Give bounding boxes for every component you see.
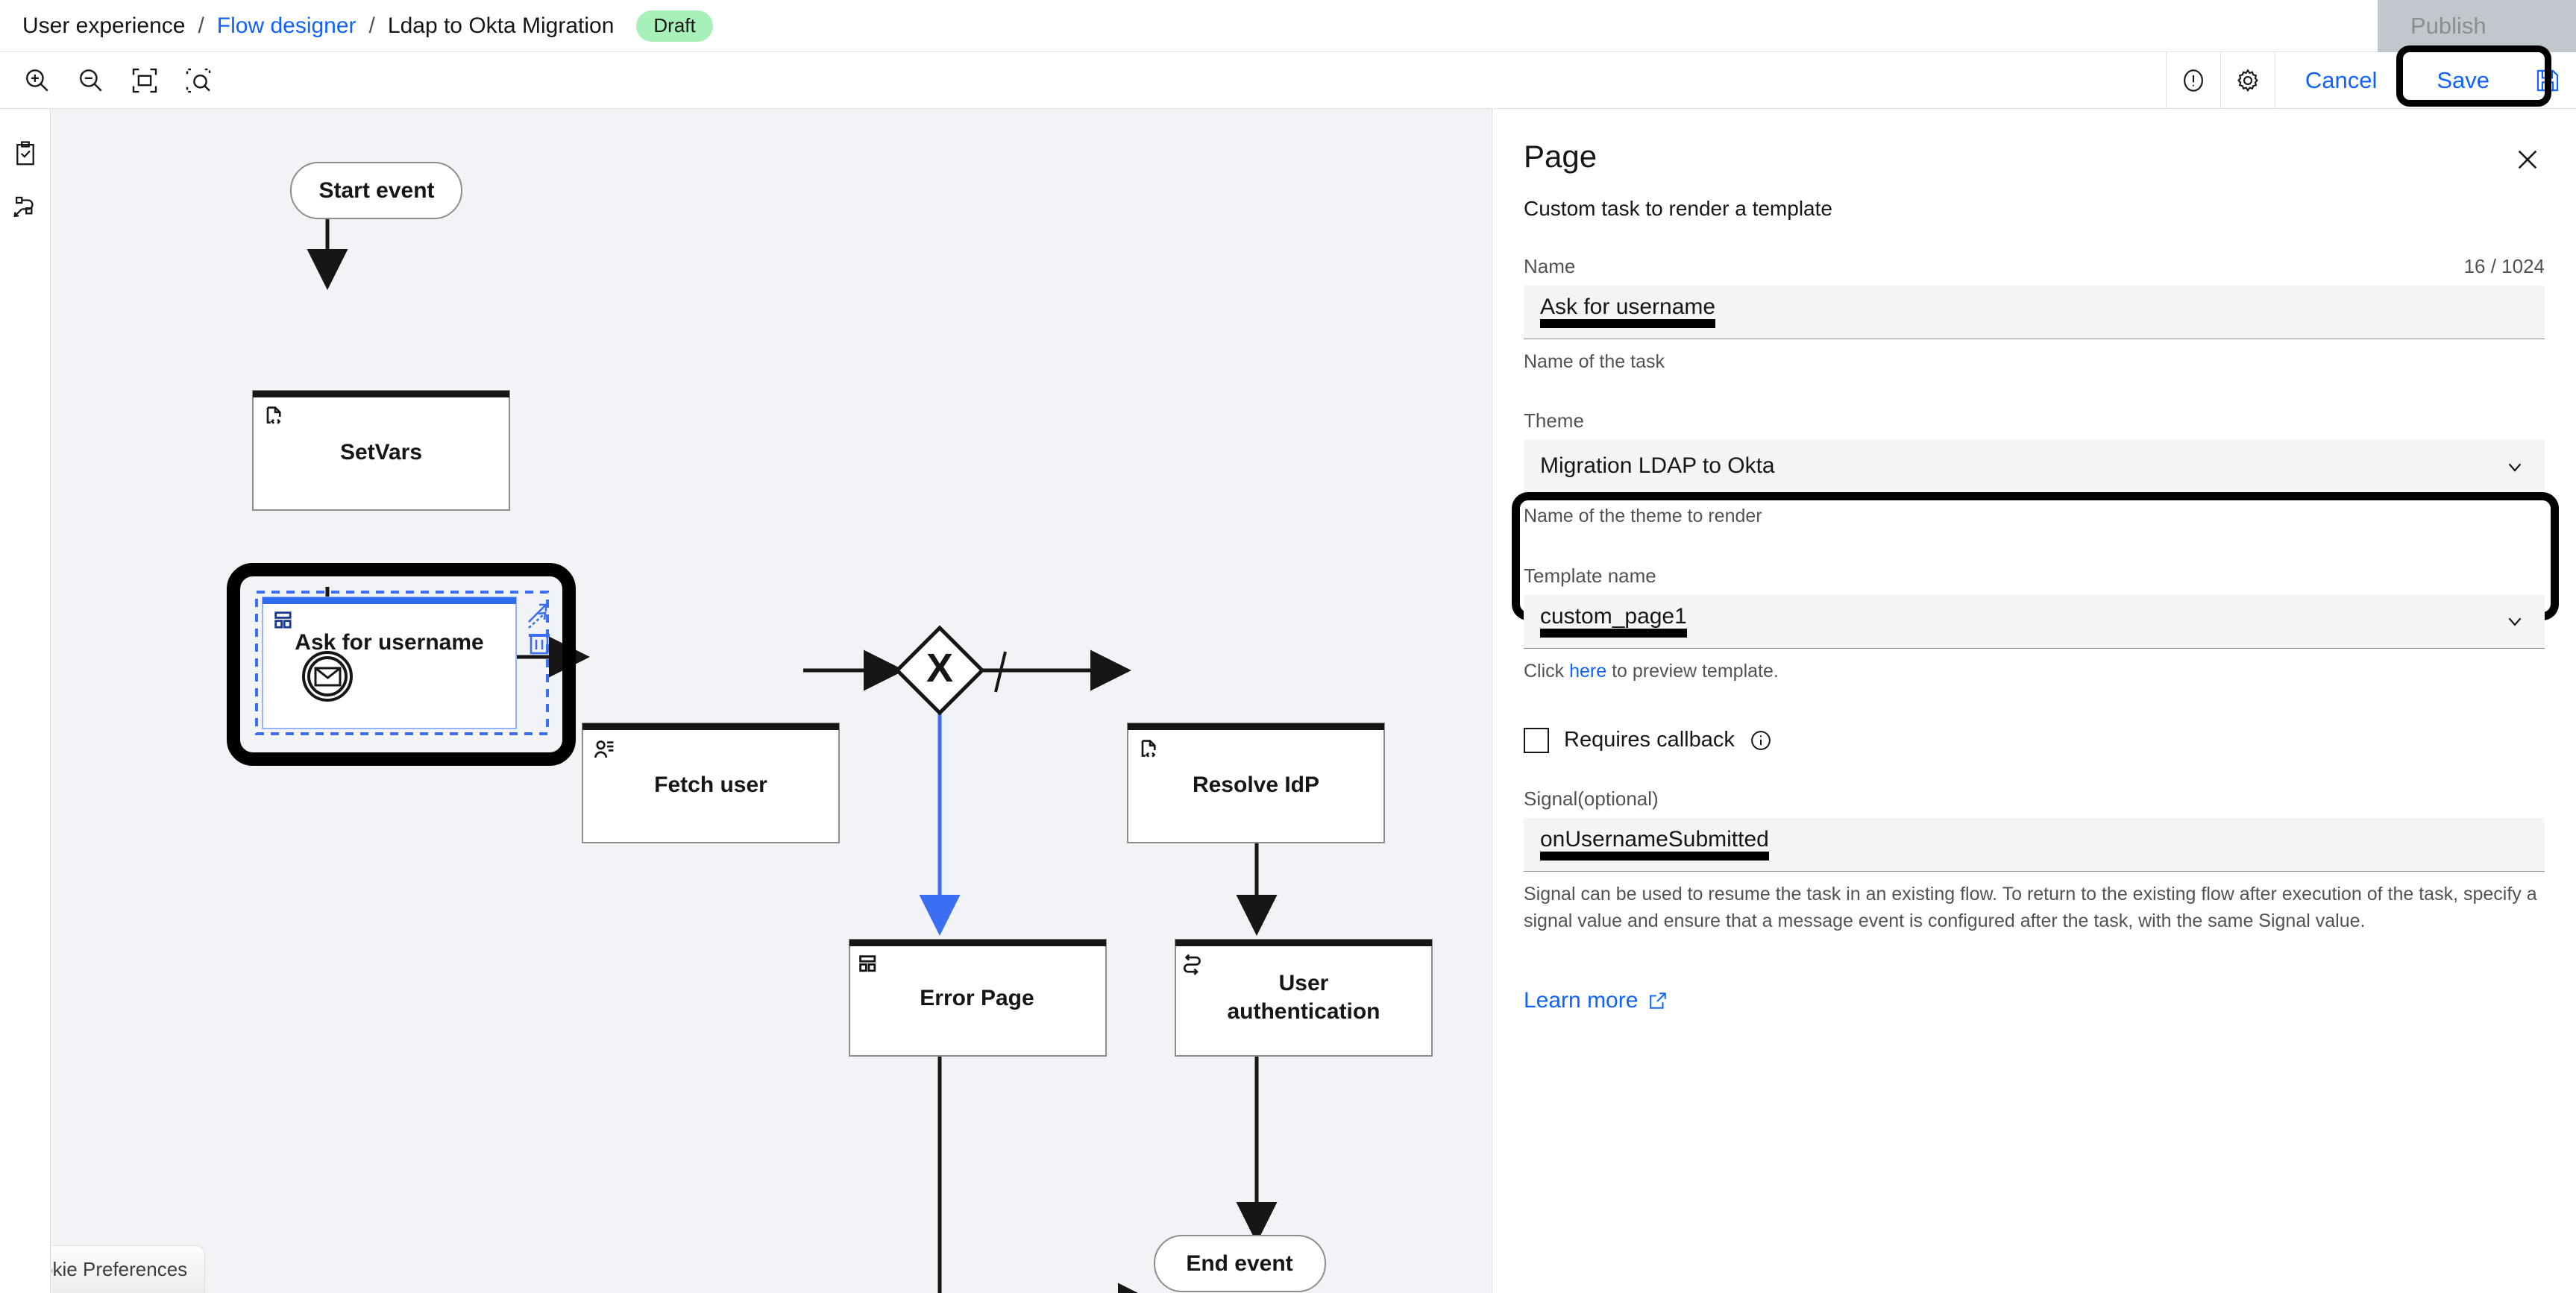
publish-button[interactable]: Publish xyxy=(2378,0,2576,52)
zoom-to-selection-icon xyxy=(183,66,213,95)
signal-help-text: Signal can be used to resume the task in… xyxy=(1524,881,2545,935)
bpmn-node-setvars: SetVars xyxy=(253,391,509,510)
flow-diagram-icon xyxy=(11,193,40,221)
svg-text:Error Page: Error Page xyxy=(920,986,1034,1010)
breadcrumb-item-current-flow: Ldap to Okta Migration xyxy=(388,13,615,39)
breadcrumb: User experience / Flow designer / Ldap t… xyxy=(0,10,713,42)
svg-text:Resolve IdP: Resolve IdP xyxy=(1193,773,1319,797)
properties-panel: Page Custom task to render a template Na… xyxy=(1492,109,2576,1293)
envelope-icon xyxy=(315,668,340,685)
signal-input-value: onUsernameSubmitted xyxy=(1540,828,1769,861)
template-help-suffix: to preview template. xyxy=(1606,661,1779,682)
svg-text:End event: End event xyxy=(1186,1251,1292,1276)
connect-arrow-icon xyxy=(529,605,546,628)
name-input[interactable]: Ask for username xyxy=(1524,286,2545,339)
theme-label: Theme xyxy=(1524,409,1584,432)
breadcrumb-item-user-experience[interactable]: User experience xyxy=(22,13,185,39)
template-help-text: Click here to preview template. xyxy=(1524,658,2545,685)
theme-select-value: Migration LDAP to Okta xyxy=(1540,455,1775,478)
name-input-value: Ask for username xyxy=(1540,296,1715,328)
flow-loop-icon xyxy=(1184,954,1199,974)
template-help-prefix: Click xyxy=(1524,661,1569,682)
page-title: Page xyxy=(1524,139,2545,174)
bpmn-diagram: Start event SetVars Ask for username xyxy=(51,109,1491,1293)
cancel-button[interactable]: Cancel xyxy=(2275,52,2407,109)
bpmn-node-error-page: Error Page xyxy=(849,940,1106,1056)
field-signal: Signal(optional) onUsernameSubmitted Sig… xyxy=(1524,787,2545,935)
svg-text:X: X xyxy=(926,646,953,690)
bpmn-node-message-event xyxy=(304,652,351,700)
task-list-icon xyxy=(11,139,40,168)
svg-text:User: User xyxy=(1279,971,1329,995)
theme-select[interactable]: Migration LDAP to Okta xyxy=(1524,440,2545,494)
close-icon xyxy=(2515,147,2540,172)
bpmn-node-end-event: End event xyxy=(1155,1236,1325,1292)
fit-to-viewport-icon xyxy=(130,66,160,95)
zoom-to-selection-button[interactable] xyxy=(172,54,225,107)
gear-icon xyxy=(2234,66,2262,95)
svg-text:authentication: authentication xyxy=(1227,999,1380,1024)
breadcrumb-separator: / xyxy=(369,13,375,39)
delete-trash-icon xyxy=(529,635,550,653)
template-name-select[interactable]: custom_page1 xyxy=(1524,595,2545,649)
field-name: Name 16 / 1024 Ask for username Name of … xyxy=(1524,255,2545,375)
template-name-label: Template name xyxy=(1524,564,1656,588)
svg-text:SetVars: SetVars xyxy=(340,440,422,465)
learn-more-label: Learn more xyxy=(1524,988,1638,1013)
bpmn-node-start-event: Start event xyxy=(291,163,462,218)
settings-button[interactable] xyxy=(2221,54,2275,107)
chevron-down-icon xyxy=(2501,453,2528,480)
bpmn-node-exclusive-gateway: X xyxy=(897,628,982,713)
bpmn-canvas[interactable]: Start event SetVars Ask for username xyxy=(51,109,1491,1293)
learn-more-link[interactable]: Learn more xyxy=(1524,988,1668,1013)
save-disk-icon xyxy=(2533,66,2562,95)
svg-text:Start event: Start event xyxy=(318,178,434,203)
template-name-value: custom_page1 xyxy=(1540,605,1687,638)
save-button[interactable]: Save xyxy=(2407,52,2519,109)
svg-text:Ask for username: Ask for username xyxy=(295,630,483,655)
zoom-out-icon xyxy=(76,66,106,95)
canvas-toolbar: Cancel Save xyxy=(0,52,2576,109)
breadcrumb-bar: User experience / Flow designer / Ldap t… xyxy=(0,0,2576,52)
field-template-name: Template name custom_page1 Click here to… xyxy=(1524,564,2545,685)
signal-label: Signal(optional) xyxy=(1524,787,1659,811)
status-badge: Draft xyxy=(636,10,712,42)
breadcrumb-separator: / xyxy=(198,13,204,39)
validation-alert-button[interactable] xyxy=(2167,54,2220,107)
panel-subtitle: Custom task to render a template xyxy=(1524,197,2545,221)
external-link-icon xyxy=(1648,991,1668,1010)
name-help-text: Name of the task xyxy=(1524,348,2545,375)
zoom-out-button[interactable] xyxy=(64,54,118,107)
bpmn-node-fetch-user: Fetch user xyxy=(582,723,839,843)
signal-input[interactable]: onUsernameSubmitted xyxy=(1524,818,2545,872)
name-char-counter: 16 / 1024 xyxy=(2464,255,2545,278)
bpmn-node-resolve-idp: Resolve IdP xyxy=(1128,723,1384,843)
info-circle-icon[interactable] xyxy=(1750,729,1772,752)
close-panel-button[interactable] xyxy=(2510,142,2545,177)
breadcrumb-item-flow-designer[interactable]: Flow designer xyxy=(217,13,356,39)
zoom-in-icon xyxy=(22,66,52,95)
requires-callback-row: Requires callback xyxy=(1524,728,2545,753)
preview-template-link[interactable]: here xyxy=(1569,661,1606,682)
theme-help-text: Name of the theme to render xyxy=(1524,503,2545,529)
requires-callback-checkbox[interactable] xyxy=(1524,728,1549,753)
name-label: Name xyxy=(1524,255,1575,278)
svg-text:Fetch user: Fetch user xyxy=(654,773,767,797)
fit-viewport-button[interactable] xyxy=(118,54,172,107)
sidebar-item-flow[interactable] xyxy=(0,180,51,234)
sidebar-item-tasks[interactable] xyxy=(0,127,51,180)
zoom-in-button[interactable] xyxy=(10,54,64,107)
bpmn-node-user-authentication: User authentication xyxy=(1175,940,1432,1056)
save-draft-button[interactable] xyxy=(2519,52,2576,109)
chevron-down-icon xyxy=(2501,608,2528,635)
bpmn-node-ask-for-username: Ask for username xyxy=(233,570,569,759)
alert-circle-icon xyxy=(2179,66,2208,95)
requires-callback-label: Requires callback xyxy=(1564,728,1735,752)
field-theme: Theme Migration LDAP to Okta Name of the… xyxy=(1524,409,2545,529)
cookie-preferences-button[interactable]: Cookie Preferences xyxy=(51,1245,205,1293)
left-icon-rail xyxy=(0,109,51,1293)
